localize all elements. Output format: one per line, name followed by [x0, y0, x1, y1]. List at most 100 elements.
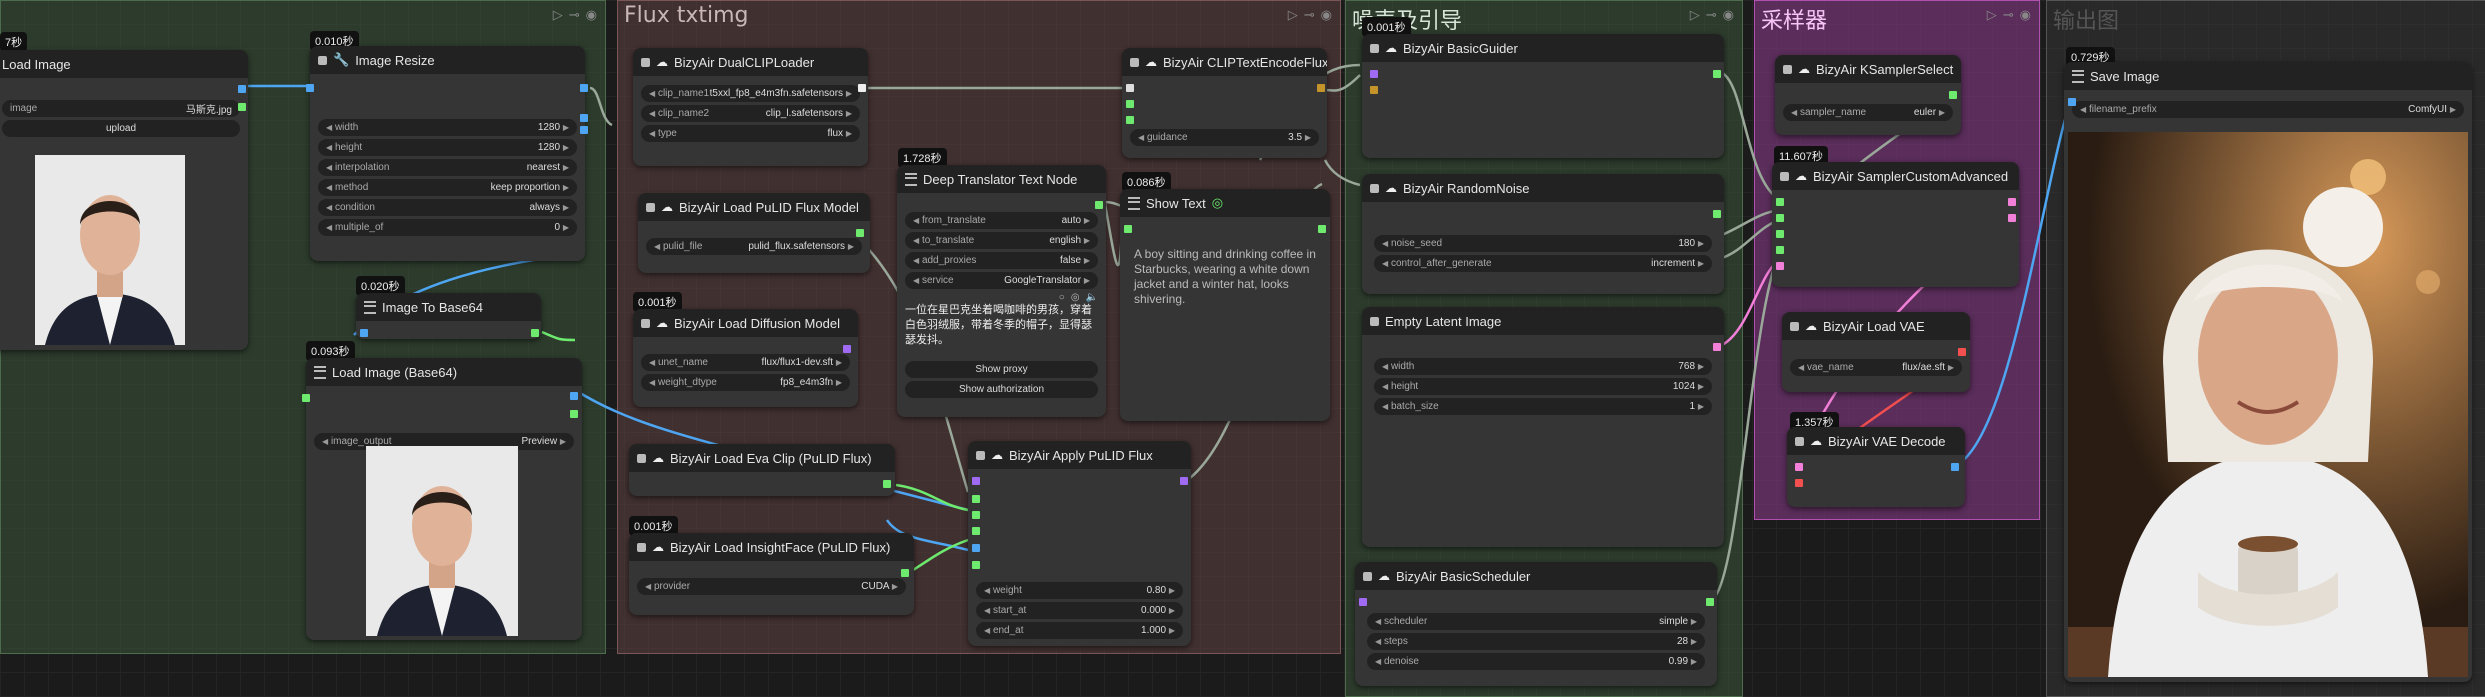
menu-icon[interactable] — [364, 300, 376, 314]
node-clip-text-encode-flux[interactable]: ☁ BizyAir CLIPTextEncodeFlux ◀ guidance 3.… — [1122, 48, 1327, 158]
input-port[interactable] — [1776, 214, 1784, 222]
input-port[interactable] — [1126, 100, 1134, 108]
input-port[interactable] — [972, 544, 980, 552]
node-image-to-base64[interactable]: Image To Base64 — [356, 293, 541, 339]
input-port[interactable] — [972, 511, 980, 519]
collapse-dot[interactable] — [318, 55, 327, 65]
node-load-eva-clip[interactable]: ☁ BizyAir Load Eva Clip (PuLID Flux) — [629, 444, 895, 496]
widget-sampler-name[interactable]: ◀ sampler_name euler ▶ — [1783, 104, 1953, 121]
output-port[interactable] — [2008, 198, 2016, 206]
input-port[interactable] — [2068, 98, 2076, 106]
input-port[interactable] — [1776, 230, 1784, 238]
widget-width[interactable]: ◀ width 1280 ▶ — [318, 119, 577, 136]
widget-service[interactable]: ◀ service GoogleTranslator ▶ — [905, 272, 1098, 289]
output-port[interactable] — [2008, 214, 2016, 222]
widget-interpolation[interactable]: ◀ interpolation nearest ▶ — [318, 159, 577, 176]
node-load-diffusion-model[interactable]: ☁ BizyAir Load Diffusion Model ◀ unet_nam… — [633, 309, 858, 407]
widget-type[interactable]: ◀ type flux ▶ — [641, 125, 860, 142]
collapse-dot[interactable] — [1363, 571, 1372, 581]
node-basic-guider[interactable]: ☁ BizyAir BasicGuider — [1362, 34, 1724, 158]
widget-from-translate[interactable]: ◀ from_translate auto ▶ — [905, 212, 1098, 229]
output-port[interactable] — [1949, 91, 1957, 99]
input-port[interactable] — [972, 477, 980, 485]
input-port[interactable] — [1795, 463, 1803, 471]
collapse-dot[interactable] — [1130, 57, 1139, 67]
speaker-icon[interactable]: 🔈 — [1086, 292, 1098, 303]
menu-icon[interactable] — [2072, 69, 2084, 83]
collapse-dot[interactable] — [637, 453, 646, 463]
input-port[interactable] — [1370, 70, 1378, 78]
widget-weight-dtype[interactable]: ◀ weight_dtype fp8_e4m3fn ▶ — [641, 374, 850, 391]
widget-clip-name1[interactable]: ◀ clip_name1 t5xxl_fp8_e4m3fn.safetensors… — [641, 85, 860, 102]
node-vae-decode[interactable]: ☁ BizyAir VAE Decode — [1787, 427, 1965, 507]
output-port[interactable] — [1706, 598, 1714, 606]
node-dual-clip-loader[interactable]: ☁ BizyAir DualCLIPLoader ◀ clip_name1 t5xx… — [633, 48, 868, 166]
collapse-dot[interactable] — [1790, 321, 1799, 331]
node-save-image[interactable]: Save Image ◀ filename_prefix ComfyUI ▶ — [2064, 62, 2472, 682]
input-port[interactable] — [306, 84, 314, 92]
widget-scheduler[interactable]: ◀ scheduler simple ▶ — [1367, 613, 1705, 630]
output-port[interactable] — [1095, 201, 1103, 209]
node-load-image[interactable]: Load Image image 马斯克.jpg upload — [0, 50, 248, 350]
collapse-dot[interactable] — [1370, 183, 1379, 193]
output-port[interactable] — [858, 84, 866, 92]
widget-method[interactable]: ◀ method keep proportion ▶ — [318, 179, 577, 196]
output-port[interactable] — [1958, 348, 1966, 356]
output-port[interactable] — [1318, 225, 1326, 233]
show-authorization-button[interactable]: Show authorization — [905, 381, 1098, 398]
eye-icon[interactable]: ◉ — [2020, 7, 2031, 23]
node-image-resize[interactable]: 🔧 Image Resize ◀ width 1280 ▶ ◀ height 1280 … — [306, 46, 588, 261]
widget-multiple-of[interactable]: ◀ multiple_of 0 ▶ — [318, 219, 577, 236]
group-tools[interactable]: ▷ ⊸ ◉ — [1288, 7, 1332, 23]
widget-to-translate[interactable]: ◀ to_translate english ▶ — [905, 232, 1098, 249]
play-icon[interactable]: ▷ — [553, 7, 563, 23]
widget-steps[interactable]: ◀ steps 28 ▶ — [1367, 633, 1705, 650]
circle-icon[interactable]: ○ — [1059, 292, 1065, 303]
node-load-insightface[interactable]: ☁ BizyAir Load InsightFace (PuLID Flux) ◀… — [629, 533, 914, 615]
node-load-vae[interactable]: ☁ BizyAir Load VAE ◀ vae_name flux/ae.sft … — [1782, 312, 1970, 392]
widget-add-proxies[interactable]: ◀ add_proxies false ▶ — [905, 252, 1098, 269]
eye-icon[interactable]: ◉ — [1723, 7, 1734, 23]
widget-denoise[interactable]: ◀ denoise 0.99 ▶ — [1367, 653, 1705, 670]
widget-clip-name2[interactable]: ◀ clip_name2 clip_l.safetensors ▶ — [641, 105, 860, 122]
input-port[interactable] — [360, 329, 368, 337]
output-port[interactable] — [856, 229, 864, 237]
widget-unet-name[interactable]: ◀ unet_name flux/flux1-dev.sft ▶ — [641, 354, 850, 371]
widget-condition[interactable]: ◀ condition always ▶ — [318, 199, 577, 216]
settings-icon[interactable]: ◎ — [1071, 292, 1080, 303]
play-icon[interactable]: ▷ — [1288, 7, 1298, 23]
node-load-image-base64[interactable]: Load Image (Base64) ◀ image_output Previe… — [302, 358, 582, 640]
widget-guidance[interactable]: ◀ guidance 3.5 ▶ — [1130, 129, 1319, 146]
output-port[interactable] — [580, 114, 588, 122]
upload-button[interactable]: upload — [2, 120, 240, 137]
input-port[interactable] — [1126, 116, 1134, 124]
collapse-dot[interactable] — [1783, 64, 1792, 74]
widget-start-at[interactable]: ◀ start_at 0.000 ▶ — [976, 602, 1183, 619]
bypass-icon[interactable]: ⊸ — [1304, 7, 1315, 23]
node-load-pulid-model[interactable]: ☁ BizyAir Load PuLID Flux Model ◀ pulid_f… — [638, 193, 870, 273]
output-port[interactable] — [238, 103, 246, 111]
output-port[interactable] — [238, 85, 246, 93]
node-sampler-custom-advanced[interactable]: ☁ BizyAir SamplerCustomAdvanced — [1772, 162, 2019, 287]
menu-icon[interactable] — [314, 365, 326, 379]
eye-icon[interactable]: ◉ — [1321, 7, 1332, 23]
group-tools[interactable]: ▷ ⊸ ◉ — [1987, 7, 2031, 23]
collapse-dot[interactable] — [1780, 171, 1789, 181]
widget-weight[interactable]: ◀ weight 0.80 ▶ — [976, 582, 1183, 599]
collapse-dot[interactable] — [1370, 316, 1379, 326]
input-port[interactable] — [1124, 225, 1132, 233]
output-port[interactable] — [570, 410, 578, 418]
widget-pulid-file[interactable]: ◀ pulid_file pulid_flux.safetensors ▶ — [646, 238, 862, 255]
widget-provider[interactable]: ◀ provider CUDA ▶ — [637, 578, 906, 595]
eye-icon[interactable]: ◉ — [586, 7, 597, 23]
widget-height[interactable]: ◀ height 1024 ▶ — [1374, 378, 1712, 395]
node-deep-translator[interactable]: Deep Translator Text Node ◀ from_transla… — [897, 165, 1106, 417]
input-port[interactable] — [1776, 246, 1784, 254]
output-port[interactable] — [1713, 343, 1721, 351]
collapse-dot[interactable] — [1370, 43, 1379, 53]
output-port[interactable] — [1317, 84, 1325, 92]
node-ksampler-select[interactable]: ☁ BizyAir KSamplerSelect ◀ sampler_name eu… — [1775, 55, 1961, 135]
node-apply-pulid-flux[interactable]: ☁ BizyAir Apply PuLID Flux ◀ weight 0.80 ▶… — [968, 441, 1191, 646]
output-port[interactable] — [883, 480, 891, 488]
collapse-dot[interactable] — [646, 202, 655, 212]
